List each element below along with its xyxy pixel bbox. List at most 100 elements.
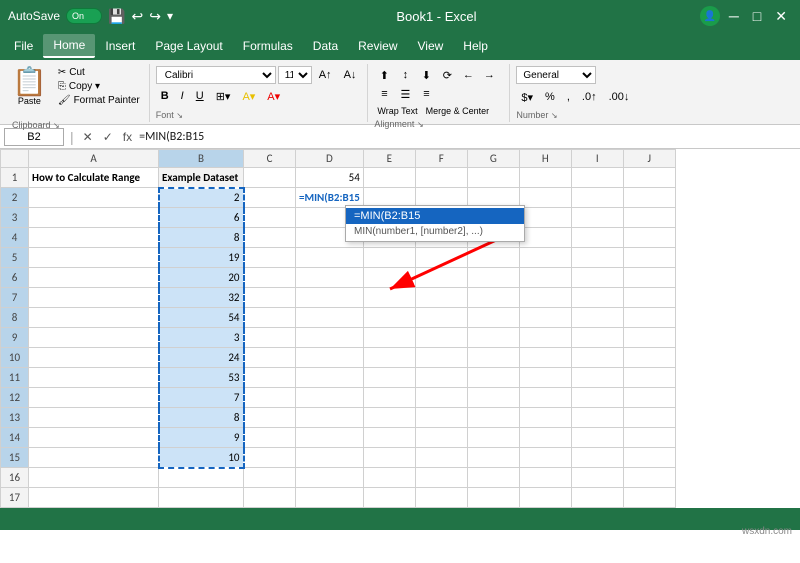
indent-decrease-btn[interactable]: ←: [458, 66, 478, 84]
cell-J5[interactable]: [623, 248, 675, 268]
cell-D15[interactable]: [296, 448, 364, 468]
cell-B14[interactable]: 9: [159, 428, 244, 448]
menu-file[interactable]: File: [4, 35, 43, 57]
cell-J11[interactable]: [623, 368, 675, 388]
cell-G6[interactable]: [467, 268, 519, 288]
comma-button[interactable]: ,: [562, 88, 575, 106]
cell-I5[interactable]: [571, 248, 623, 268]
cell-A6[interactable]: [29, 268, 159, 288]
align-left-btn[interactable]: ≡: [374, 85, 394, 103]
cell-D9[interactable]: [296, 328, 364, 348]
undo-icon[interactable]: ↩: [131, 8, 143, 25]
cell-C4[interactable]: [244, 228, 296, 248]
col-header-A[interactable]: A: [29, 150, 159, 168]
col-header-F[interactable]: F: [415, 150, 467, 168]
cell-A11[interactable]: [29, 368, 159, 388]
cell-A4[interactable]: [29, 228, 159, 248]
indent-increase-btn[interactable]: →: [479, 66, 499, 84]
cell-C15[interactable]: [244, 448, 296, 468]
cell-B2[interactable]: 2: [159, 188, 244, 208]
cell-G12[interactable]: [467, 388, 519, 408]
increase-decimal-button[interactable]: .0↑: [577, 88, 602, 106]
menu-data[interactable]: Data: [303, 35, 348, 57]
cell-G10[interactable]: [467, 348, 519, 368]
cell-H10[interactable]: [519, 348, 571, 368]
cell-H4[interactable]: [519, 228, 571, 248]
cell-A7[interactable]: [29, 288, 159, 308]
cell-I2[interactable]: [571, 188, 623, 208]
cell-G16[interactable]: [467, 468, 519, 488]
cell-E13[interactable]: [363, 408, 415, 428]
cell-A3[interactable]: [29, 208, 159, 228]
cell-F6[interactable]: [415, 268, 467, 288]
cell-J12[interactable]: [623, 388, 675, 408]
cell-B4[interactable]: 8: [159, 228, 244, 248]
decrease-decimal-button[interactable]: .00↓: [604, 88, 635, 106]
cell-H6[interactable]: [519, 268, 571, 288]
menu-help[interactable]: Help: [453, 35, 498, 57]
cell-F13[interactable]: [415, 408, 467, 428]
account-icon[interactable]: 👤: [700, 6, 720, 26]
cell-H8[interactable]: [519, 308, 571, 328]
cell-C7[interactable]: [244, 288, 296, 308]
cell-E8[interactable]: [363, 308, 415, 328]
bold-button[interactable]: B: [156, 87, 174, 105]
col-header-I[interactable]: I: [571, 150, 623, 168]
copy-button[interactable]: ⎘ Copy ▾: [55, 80, 143, 93]
col-header-C[interactable]: C: [244, 150, 296, 168]
cell-A8[interactable]: [29, 308, 159, 328]
cell-I14[interactable]: [571, 428, 623, 448]
cell-C5[interactable]: [244, 248, 296, 268]
cell-D14[interactable]: [296, 428, 364, 448]
cell-G15[interactable]: [467, 448, 519, 468]
cell-G1[interactable]: [467, 168, 519, 188]
cell-D1[interactable]: 54: [296, 168, 364, 188]
border-button[interactable]: ⊞▾: [211, 87, 236, 105]
decrease-font-btn[interactable]: A↓: [339, 66, 362, 84]
cell-E17[interactable]: [363, 488, 415, 508]
cell-C2[interactable]: [244, 188, 296, 208]
col-header-D[interactable]: D: [296, 150, 364, 168]
align-top-btn[interactable]: ⬆: [374, 66, 394, 84]
cell-C11[interactable]: [244, 368, 296, 388]
cell-J3[interactable]: [623, 208, 675, 228]
col-header-B[interactable]: B: [159, 150, 244, 168]
cell-J1[interactable]: [623, 168, 675, 188]
cell-D8[interactable]: [296, 308, 364, 328]
fill-color-button[interactable]: A▾: [237, 87, 260, 105]
cell-H1[interactable]: [519, 168, 571, 188]
cell-B1[interactable]: Example Dataset: [159, 168, 244, 188]
cell-B6[interactable]: 20: [159, 268, 244, 288]
cell-D13[interactable]: [296, 408, 364, 428]
cell-A16[interactable]: [29, 468, 159, 488]
cell-J9[interactable]: [623, 328, 675, 348]
font-color-button[interactable]: A▾: [262, 87, 285, 105]
cell-J10[interactable]: [623, 348, 675, 368]
menu-page-layout[interactable]: Page Layout: [145, 35, 232, 57]
cell-G14[interactable]: [467, 428, 519, 448]
cell-J8[interactable]: [623, 308, 675, 328]
cell-C14[interactable]: [244, 428, 296, 448]
redo-icon[interactable]: ↪: [149, 8, 161, 25]
cell-D5[interactable]: [296, 248, 364, 268]
cell-D17[interactable]: [296, 488, 364, 508]
cell-F17[interactable]: [415, 488, 467, 508]
cell-J16[interactable]: [623, 468, 675, 488]
underline-button[interactable]: U: [191, 87, 209, 105]
cell-D12[interactable]: [296, 388, 364, 408]
cell-B10[interactable]: 24: [159, 348, 244, 368]
percent-button[interactable]: %: [540, 88, 560, 106]
cell-B11[interactable]: 53: [159, 368, 244, 388]
cell-A2[interactable]: [29, 188, 159, 208]
cell-B12[interactable]: 7: [159, 388, 244, 408]
cell-E15[interactable]: [363, 448, 415, 468]
cell-D7[interactable]: [296, 288, 364, 308]
cell-D11[interactable]: [296, 368, 364, 388]
cell-A13[interactable]: [29, 408, 159, 428]
cell-A17[interactable]: [29, 488, 159, 508]
cell-D10[interactable]: [296, 348, 364, 368]
cell-F7[interactable]: [415, 288, 467, 308]
cell-G13[interactable]: [467, 408, 519, 428]
cell-I4[interactable]: [571, 228, 623, 248]
cell-H15[interactable]: [519, 448, 571, 468]
